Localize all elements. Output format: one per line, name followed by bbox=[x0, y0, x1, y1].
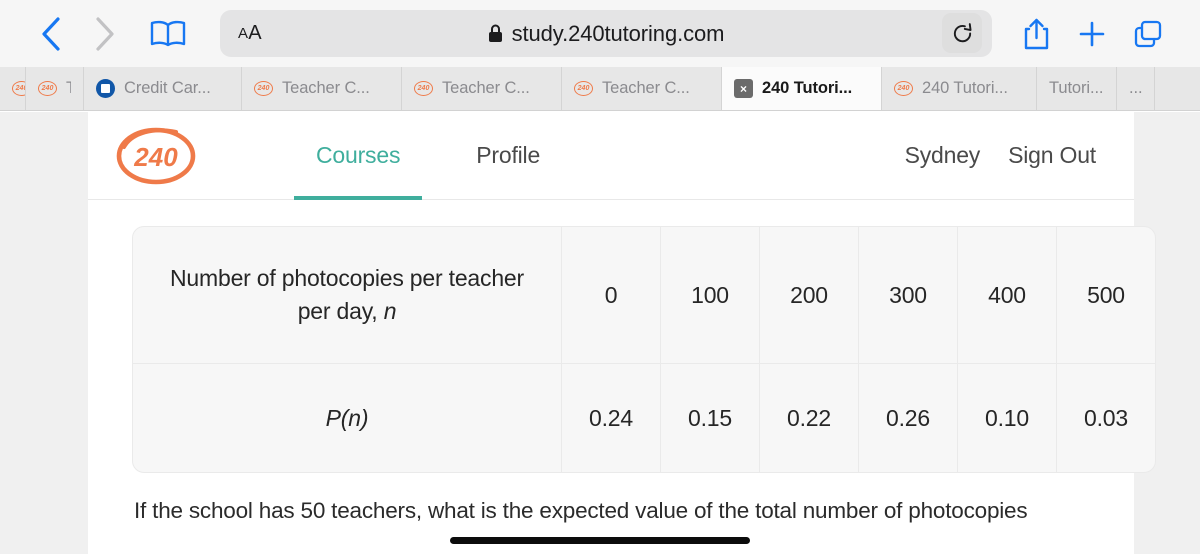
share-icon bbox=[1024, 18, 1048, 49]
favicon-240-icon: 240 bbox=[414, 79, 433, 98]
table-cell-p-3: 0.26 bbox=[859, 364, 958, 472]
site-header-right: Sydney Sign Out bbox=[905, 142, 1124, 169]
book-icon bbox=[150, 20, 186, 46]
table-cell-n-1: 100 bbox=[661, 227, 760, 364]
table-cell-n-0: 0 bbox=[562, 227, 661, 364]
site-header: 240 Courses Profile Sydney Sign Out bbox=[88, 112, 1134, 200]
text-size-button[interactable]: AA bbox=[238, 10, 262, 57]
reload-icon bbox=[953, 22, 972, 42]
share-button[interactable] bbox=[1008, 11, 1064, 57]
page-viewport: 240 Courses Profile Sydney Sign Out Numb… bbox=[0, 112, 1200, 554]
table-cell-p-5: 0.03 bbox=[1084, 404, 1128, 431]
browser-toolbar: AA study.240tutoring.com bbox=[0, 0, 1200, 67]
favicon-240-glyph: 240 bbox=[38, 81, 57, 96]
nav-item-profile[interactable]: Profile bbox=[454, 112, 562, 200]
favicon-240-icon: 240 bbox=[38, 79, 57, 98]
row-header-p-suffix: ) bbox=[360, 404, 369, 431]
table-cell-p-4: 0.10 bbox=[958, 364, 1057, 472]
lock-icon bbox=[488, 24, 502, 42]
tabs-overview-button[interactable] bbox=[1120, 11, 1176, 57]
favicon-240-glyph: 240 bbox=[894, 81, 913, 96]
url-display: study.240tutoring.com bbox=[220, 21, 992, 47]
row-header-p-variable: n bbox=[348, 404, 361, 431]
table-cell-n-3: 300 bbox=[859, 227, 958, 364]
browser-tab-label: 240 Tutori... bbox=[762, 79, 853, 97]
table-cell-n-4: 400 bbox=[958, 227, 1057, 364]
favicon-240-glyph: 240 bbox=[574, 81, 593, 96]
chase-logo-icon bbox=[96, 79, 115, 98]
home-indicator[interactable] bbox=[450, 537, 750, 544]
browser-tab-label: Credit Car... bbox=[124, 79, 211, 97]
quiz-body: Number of photocopies per teacher per da… bbox=[88, 200, 1156, 528]
tab-bar: 240 240 T Credit Car... 240 Teacher C... 240 Te… bbox=[0, 67, 1200, 111]
address-bar[interactable]: AA study.240tutoring.com bbox=[220, 10, 992, 57]
row-header-n-variable: n bbox=[383, 298, 397, 324]
browser-tab-4[interactable]: 240 Teacher C... bbox=[402, 67, 562, 110]
chevron-left-icon bbox=[42, 16, 60, 51]
table-cell-p-0: 0.24 bbox=[562, 364, 661, 472]
browser-tab-3[interactable]: 240 Teacher C... bbox=[242, 67, 402, 110]
table-cell-p-1: 0.15 bbox=[661, 364, 760, 472]
page-sheet: 240 Courses Profile Sydney Sign Out Numb… bbox=[88, 112, 1156, 554]
row-header-n: Number of photocopies per teacher per da… bbox=[133, 227, 562, 364]
site-logo-240[interactable]: 240 bbox=[114, 125, 198, 187]
text-size-small-a: A bbox=[238, 25, 249, 42]
favicon-240-icon: 240 bbox=[12, 79, 25, 98]
browser-tab-5[interactable]: 240 Teacher C... bbox=[562, 67, 722, 110]
back-button[interactable] bbox=[24, 11, 78, 57]
browser-tab-label: ... bbox=[1129, 79, 1142, 97]
tabs-icon bbox=[1134, 20, 1162, 47]
site-nav: Courses Profile bbox=[294, 112, 562, 200]
browser-tab-8[interactable]: Tutori... bbox=[1037, 67, 1117, 110]
browser-tab-1[interactable]: 240 T bbox=[26, 67, 84, 110]
browser-tab-7[interactable]: 240 240 Tutori... bbox=[882, 67, 1037, 110]
table-cell-p-2: 0.22 bbox=[760, 364, 859, 472]
plus-icon bbox=[1079, 21, 1105, 46]
row-header-n-line1: Number of photocopies per teacher bbox=[170, 265, 524, 292]
nav-item-courses[interactable]: Courses bbox=[294, 112, 423, 200]
table-row-n-values: Number of photocopies per teacher per da… bbox=[133, 227, 1155, 364]
new-tab-button[interactable] bbox=[1064, 11, 1120, 57]
reload-button[interactable] bbox=[942, 13, 982, 53]
browser-tab-label: 240 Tutori... bbox=[922, 79, 1008, 97]
tab-close-icon[interactable]: × bbox=[734, 79, 753, 98]
nav-item-courses-label: Courses bbox=[316, 142, 401, 168]
favicon-chase-icon bbox=[96, 79, 115, 98]
bookmarks-button[interactable] bbox=[136, 11, 200, 57]
favicon-240-icon: 240 bbox=[254, 79, 273, 98]
sign-out-link[interactable]: Sign Out bbox=[1008, 142, 1096, 169]
probability-distribution-table: Number of photocopies per teacher per da… bbox=[132, 226, 1156, 473]
favicon-240-glyph: 240 bbox=[414, 81, 433, 96]
forward-button[interactable] bbox=[78, 11, 132, 57]
ipad-safari-screen: AA study.240tutoring.com 24 240 Credit C… bbox=[0, 0, 1200, 554]
browser-tab-label: Teacher C... bbox=[602, 79, 690, 97]
browser-tab-6[interactable]: × 240 Tutori... bbox=[722, 67, 882, 110]
favicon-240-glyph: 240 bbox=[254, 81, 273, 96]
favicon-240-icon: 240 bbox=[574, 79, 593, 98]
logo-240-icon: 240 bbox=[116, 127, 196, 184]
url-text: study.240tutoring.com bbox=[511, 20, 725, 46]
chevron-right-icon bbox=[96, 16, 114, 51]
svg-text:240: 240 bbox=[133, 142, 178, 172]
row-header-p-prefix: P( bbox=[325, 404, 349, 431]
table-cell-n-2: 200 bbox=[760, 227, 859, 364]
row-header-n-line2: per day, bbox=[297, 298, 384, 324]
row-header-p: P(n) bbox=[133, 364, 562, 472]
user-name[interactable]: Sydney bbox=[905, 142, 981, 169]
text-size-big-a: A bbox=[248, 22, 262, 44]
favicon-240-icon: 240 bbox=[894, 79, 913, 98]
browser-tab-2[interactable]: Credit Car... bbox=[84, 67, 242, 110]
table-cell-n-5: 500 bbox=[1057, 227, 1155, 364]
close-icon[interactable]: × bbox=[734, 79, 753, 98]
browser-tab-label: Teacher C... bbox=[282, 79, 370, 97]
browser-tab-0[interactable]: 240 bbox=[0, 67, 26, 110]
question-text: If the school has 50 teachers, what is t… bbox=[134, 498, 1028, 523]
browser-tab-9[interactable]: ... bbox=[1117, 67, 1155, 110]
browser-tab-label: Teacher C... bbox=[442, 79, 530, 97]
favicon-240-glyph: 240 bbox=[12, 81, 25, 96]
table-row-p-values: P(n) 0.24 0.15 0.22 0.26 0.10 0.03 bbox=[133, 364, 1155, 472]
nav-item-profile-label: Profile bbox=[476, 142, 541, 168]
browser-tab-label: T bbox=[66, 79, 71, 98]
browser-tab-label: Tutori... bbox=[1049, 79, 1104, 97]
